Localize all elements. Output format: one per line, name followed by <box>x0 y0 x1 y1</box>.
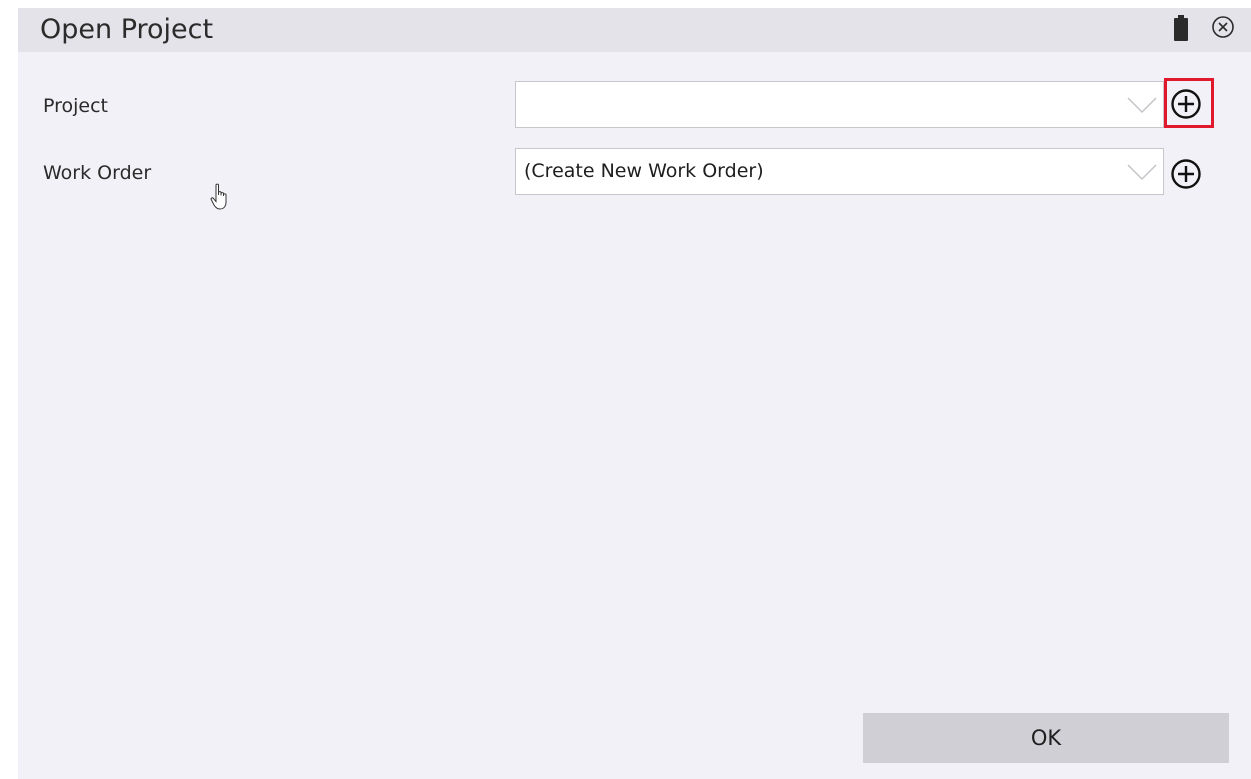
work-order-dropdown-value: (Create New Work Order) <box>524 160 764 182</box>
add-project-highlight <box>1164 78 1214 128</box>
project-label: Project <box>43 95 109 117</box>
work-order-label: Work Order <box>43 162 152 184</box>
project-dropdown[interactable] <box>515 81 1164 128</box>
add-work-order-icon[interactable] <box>1170 158 1202 190</box>
work-order-dropdown[interactable]: (Create New Work Order) <box>515 148 1164 195</box>
open-project-dialog: Open Project Project Work Order (Create … <box>18 8 1251 779</box>
ok-button[interactable]: OK <box>863 713 1229 763</box>
close-icon[interactable] <box>1211 15 1235 39</box>
dialog-title: Open Project <box>40 14 214 45</box>
title-bar: Open Project <box>18 8 1251 52</box>
hand-cursor-icon <box>210 183 227 210</box>
battery-icon <box>1174 15 1188 41</box>
chevron-down-icon[interactable] <box>1127 163 1157 181</box>
chevron-down-icon[interactable] <box>1127 96 1157 114</box>
